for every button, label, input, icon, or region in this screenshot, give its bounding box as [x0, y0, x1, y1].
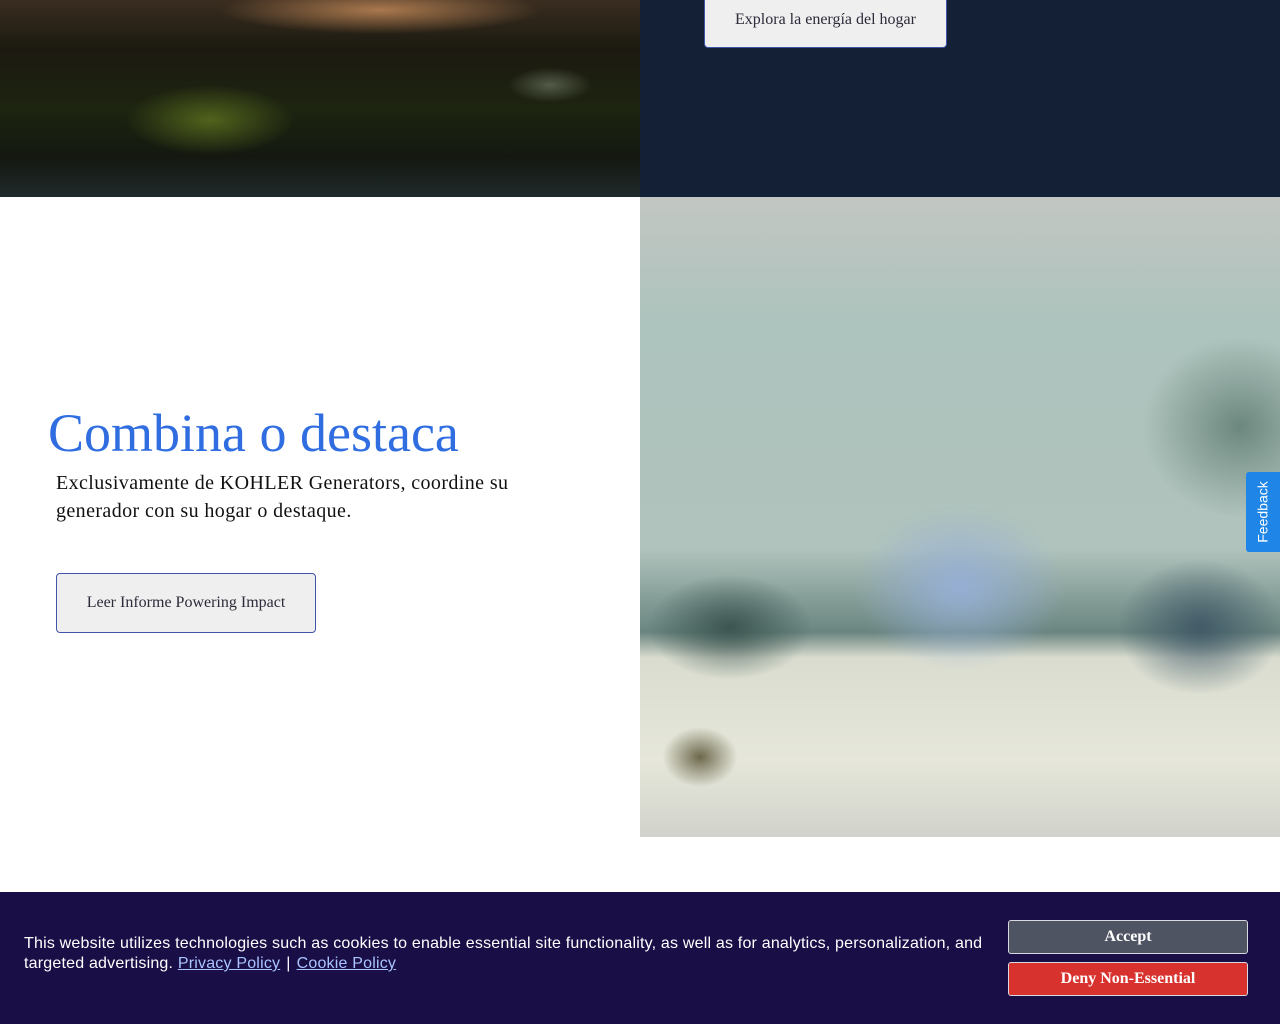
accept-cookies-button[interactable]: Accept [1008, 920, 1248, 954]
cookie-policy-link[interactable]: Cookie Policy [297, 955, 397, 972]
feature-title: Combina o destaca [48, 403, 459, 463]
page: Explora la energía del hogar Combina o d… [0, 0, 1280, 1024]
feedback-tab[interactable]: Feedback [1246, 472, 1280, 552]
cookie-message-text: This website utilizes technologies such … [24, 935, 983, 972]
feedback-label: Feedback [1255, 481, 1272, 543]
deny-cookies-button[interactable]: Deny Non-Essential [1008, 962, 1248, 996]
explore-home-energy-button[interactable]: Explora la energía del hogar [704, 0, 947, 48]
cookie-message: This website utilizes technologies such … [24, 934, 999, 974]
top-section: Explora la energía del hogar [0, 0, 1280, 197]
link-separator: | [286, 955, 291, 972]
feature-description: Exclusivamente de KOHLER Generators, coo… [56, 472, 509, 522]
privacy-policy-link[interactable]: Privacy Policy [178, 955, 280, 972]
top-hero-image [0, 0, 640, 197]
feature-image [640, 197, 1280, 837]
cookie-banner: This website utilizes technologies such … [0, 892, 1280, 1024]
read-report-button[interactable]: Leer Informe Powering Impact [56, 573, 316, 633]
